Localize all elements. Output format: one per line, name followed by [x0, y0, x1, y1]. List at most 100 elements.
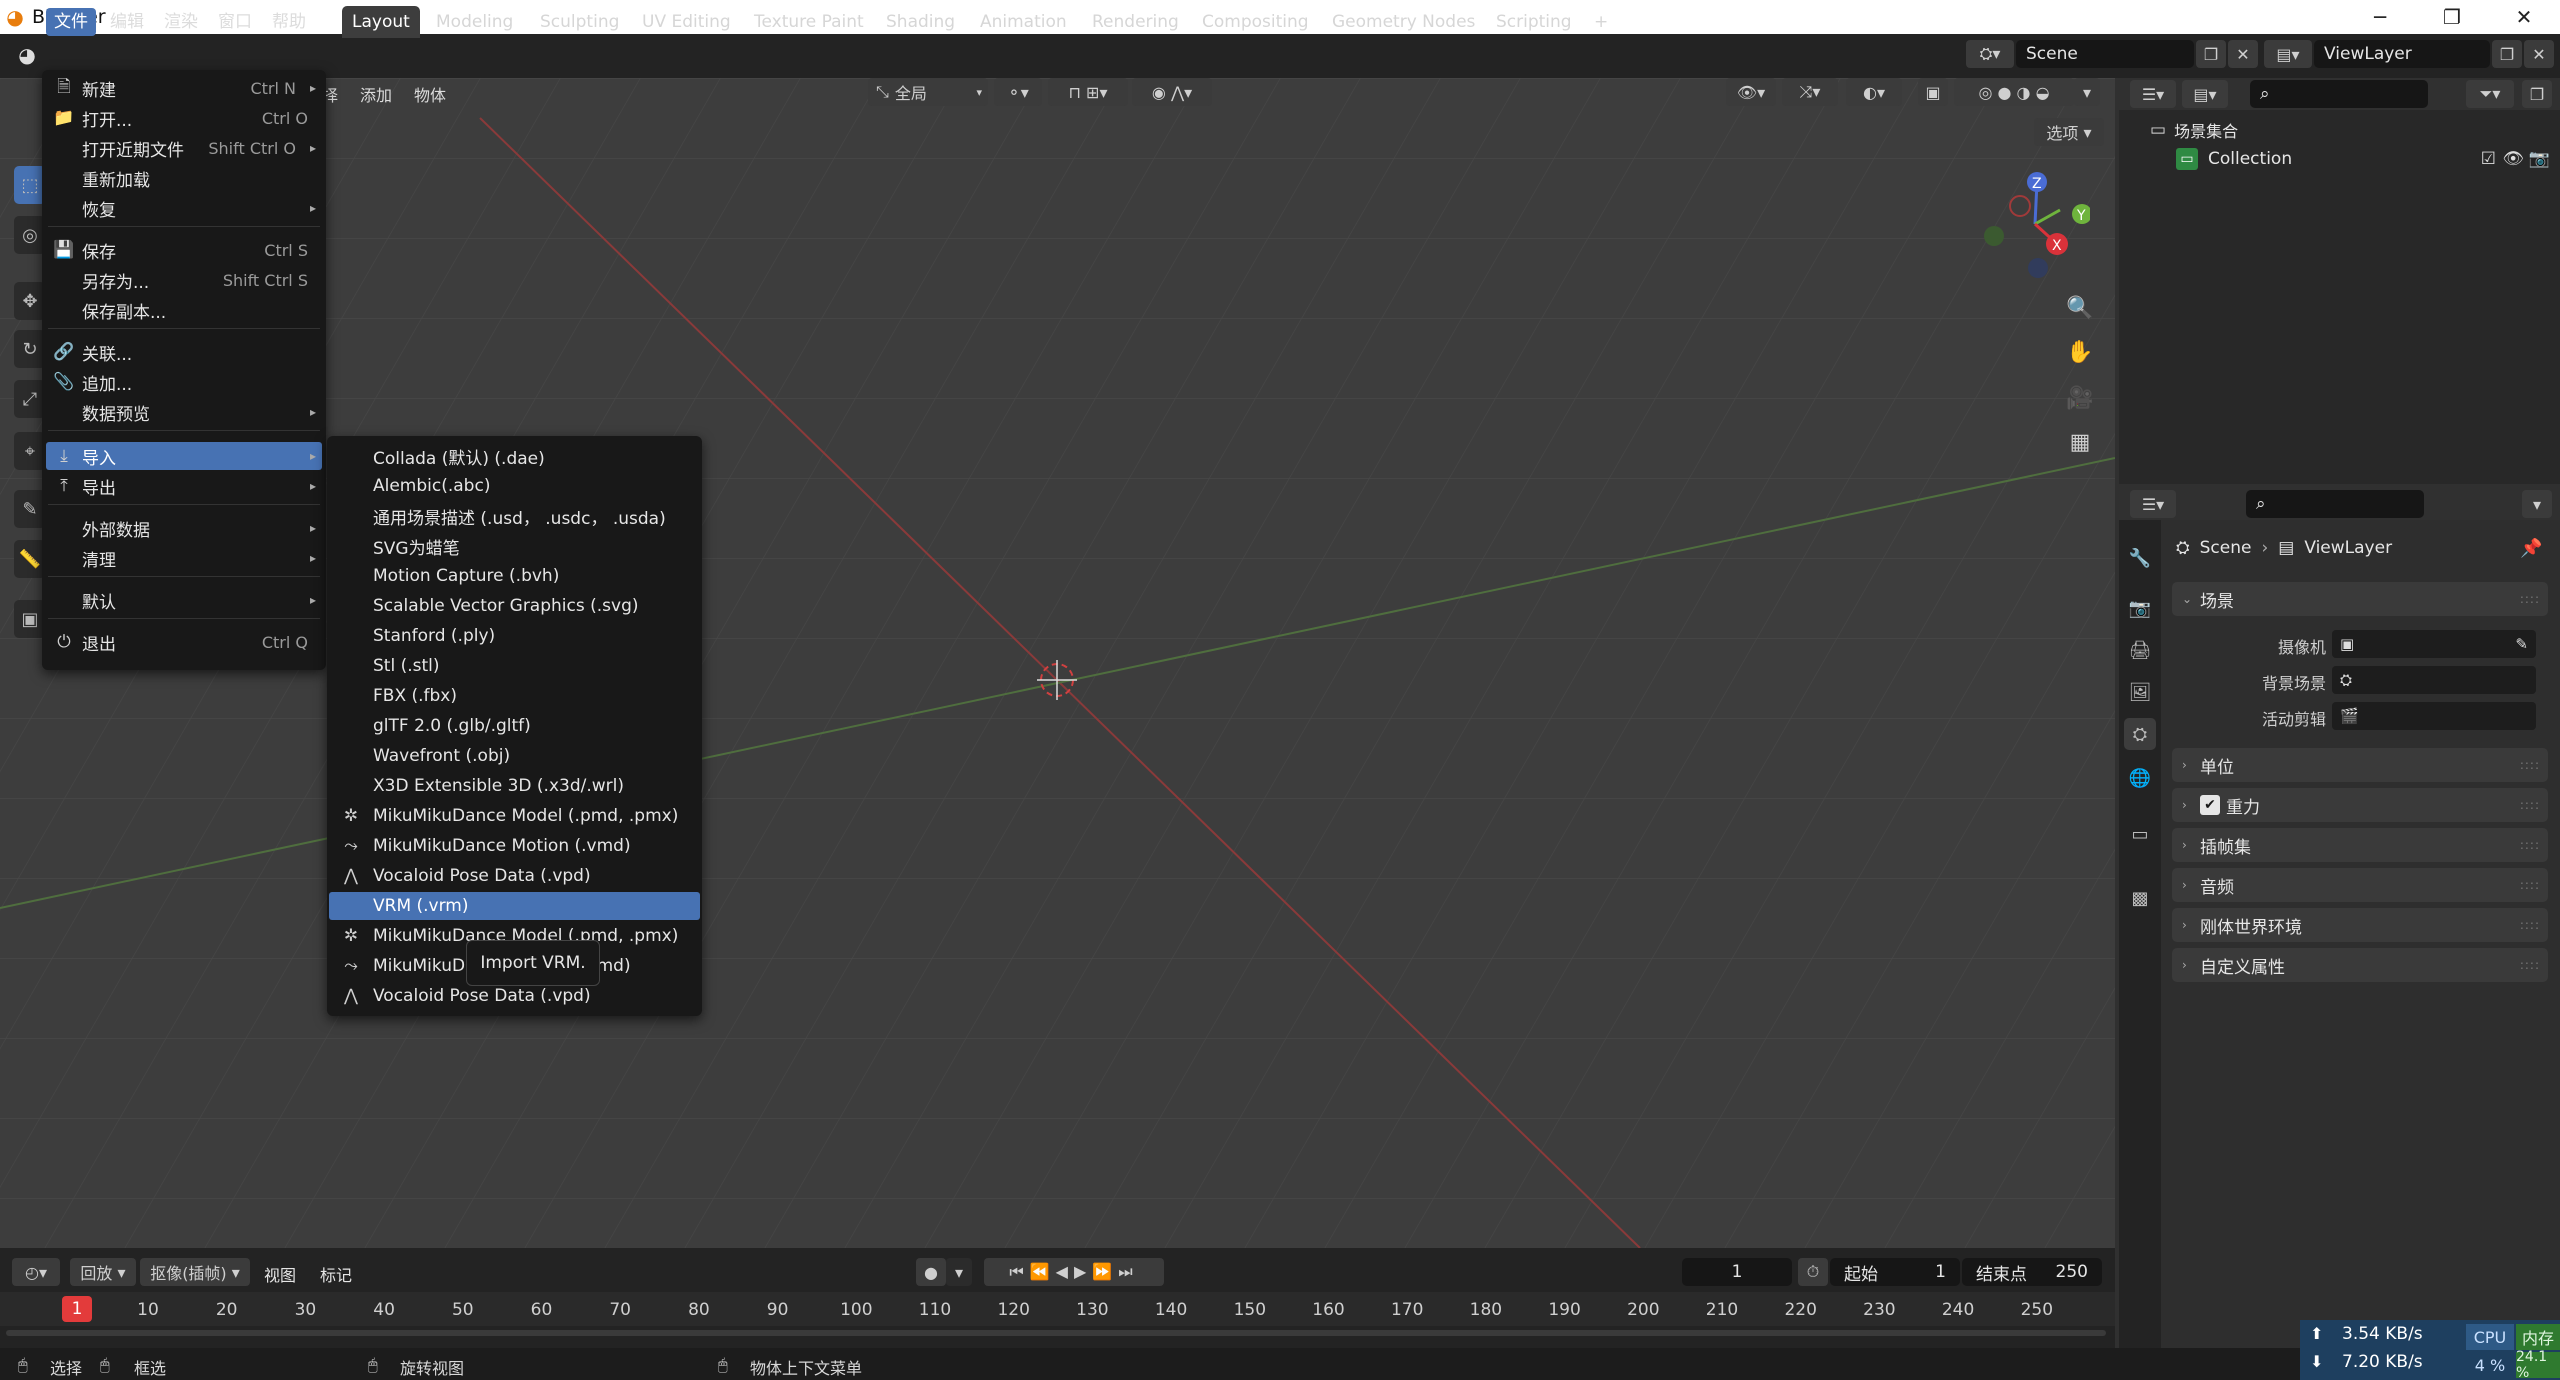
- panel-custom-properties[interactable]: › 自定义属性::::: [2172, 948, 2548, 982]
- file-menu-item[interactable]: ⤒ 导出 ▸: [46, 472, 322, 500]
- pin-icon[interactable]: 📌: [2520, 538, 2542, 559]
- record-options-icon[interactable]: ▾: [946, 1258, 972, 1286]
- import-menu-item[interactable]: SVG为蜡笔: [329, 532, 700, 560]
- file-menu-item[interactable]: ⤓ 导入 ▸: [46, 442, 322, 470]
- stopwatch-icon[interactable]: ⏱: [1798, 1258, 1828, 1286]
- gizmo-toggle-icon[interactable]: ⤨▾: [1782, 78, 1838, 106]
- import-menu-item[interactable]: VRM (.vrm): [329, 892, 700, 920]
- outliner-item-collection[interactable]: ▭ Collection ☑ 👁 📷: [2176, 146, 2556, 172]
- file-menu-item[interactable]: 数据预览 ▸: [46, 398, 322, 426]
- timeline-editor-type-icon[interactable]: ◴▾: [12, 1258, 60, 1286]
- import-menu-item[interactable]: Alembic(.abc): [329, 472, 700, 500]
- grip-icon[interactable]: ::::: [2520, 958, 2540, 972]
- restore-button[interactable]: ❐: [2416, 0, 2488, 34]
- file-menu-item[interactable]: ⏻ 退出 Ctrl Q: [46, 628, 322, 656]
- import-menu-item[interactable]: Stl (.stl): [329, 652, 700, 680]
- file-menu-item[interactable]: 保存副本...: [46, 296, 322, 324]
- editor-type-icon[interactable]: ☰▾: [2130, 490, 2176, 518]
- texture-tab-icon[interactable]: ▩: [2124, 882, 2156, 914]
- output-tab-icon[interactable]: 🖨: [2124, 634, 2156, 666]
- tab-compositing[interactable]: Compositing: [1192, 6, 1319, 38]
- eye-icon[interactable]: 👁: [2502, 149, 2524, 169]
- grip-icon[interactable]: ::::: [2520, 758, 2540, 772]
- shading-options-icon[interactable]: ▾: [2074, 78, 2100, 106]
- current-frame-field[interactable]: 1: [1682, 1258, 1792, 1286]
- transform-orientation-dropdown[interactable]: ⤡ 全局 ▾: [868, 78, 988, 106]
- snap-icon[interactable]: ⊓ ⊞▾: [1048, 78, 1128, 106]
- file-menu-item[interactable]: 清理 ▸: [46, 544, 322, 572]
- menu-edit[interactable]: 编辑: [102, 8, 152, 36]
- timeline-view-menu[interactable]: 视图: [264, 1262, 296, 1286]
- properties-options-icon[interactable]: ▾: [2522, 490, 2552, 518]
- xray-toggle-icon[interactable]: ▣: [1918, 78, 1948, 106]
- grip-icon[interactable]: ::::: [2520, 798, 2540, 812]
- delete-scene-icon[interactable]: ✕: [2228, 40, 2258, 68]
- outliner-filter-icon[interactable]: ⏷▾: [2466, 80, 2514, 108]
- world-tab-icon[interactable]: 🌐: [2124, 762, 2156, 794]
- active-clip-field[interactable]: 🎬: [2332, 702, 2536, 730]
- timeline-scrollbar[interactable]: [6, 1330, 2106, 1336]
- add-workspace-button[interactable]: +: [1584, 6, 1618, 38]
- playback-controls[interactable]: ⏮⏪◀▶⏩⏭: [984, 1258, 1164, 1286]
- frame-end-field[interactable]: 结束点 250: [1962, 1258, 2102, 1286]
- tab-rendering[interactable]: Rendering: [1082, 6, 1189, 38]
- new-viewlayer-icon[interactable]: ❐: [2492, 40, 2522, 68]
- file-menu-item[interactable]: 📎 追加...: [46, 368, 322, 396]
- properties-search-input[interactable]: ⌕: [2246, 490, 2424, 518]
- menu-help[interactable]: 帮助: [264, 8, 314, 36]
- playhead[interactable]: 1: [62, 1296, 92, 1322]
- viewport-menu-object[interactable]: 物体: [414, 82, 446, 106]
- file-menu-item[interactable]: 🗎 新建 Ctrl N ▸: [46, 74, 322, 102]
- import-menu-item[interactable]: Collada (默认) (.dae): [329, 442, 700, 470]
- scene-selector-icon[interactable]: ⛭▾: [1966, 40, 2014, 68]
- outliner-scene-collection[interactable]: ▭ 场景集合: [2150, 118, 2238, 142]
- panel-rigid-body-world[interactable]: › 刚体世界环境::::: [2172, 908, 2548, 942]
- import-menu-item[interactable]: Scalable Vector Graphics (.svg): [329, 592, 700, 620]
- tool-tab-icon[interactable]: 🔧: [2124, 542, 2156, 574]
- scene-field[interactable]: Scene: [2016, 40, 2194, 68]
- minimize-button[interactable]: ─: [2344, 0, 2416, 34]
- panel-gravity[interactable]: › ✔ 重力::::: [2172, 788, 2548, 822]
- grip-icon[interactable]: ::::: [2520, 878, 2540, 892]
- tab-modeling[interactable]: Modeling: [426, 6, 523, 38]
- timeline-marker-menu[interactable]: 标记: [320, 1262, 352, 1286]
- file-menu-item[interactable]: 恢复 ▸: [46, 194, 322, 222]
- import-menu-item[interactable]: 通用场景描述 (.usd， .usdc， .usda): [329, 502, 700, 530]
- file-menu-item[interactable]: 🔗 关联...: [46, 338, 322, 366]
- display-mode-icon[interactable]: ☰▾: [2130, 80, 2176, 108]
- perspective-grid-icon[interactable]: ▦: [2062, 424, 2098, 460]
- file-menu-item[interactable]: 📁 打开... Ctrl O: [46, 104, 322, 132]
- proportional-edit-icon[interactable]: ◉ ⋀▾: [1132, 78, 1212, 106]
- viewlayer-selector-icon[interactable]: ▤▾: [2264, 40, 2312, 68]
- camera-render-icon[interactable]: 📷: [2529, 149, 2550, 169]
- viewlayer-field[interactable]: ViewLayer: [2314, 40, 2490, 68]
- import-menu-item[interactable]: Wavefront (.obj): [329, 742, 700, 770]
- eyedropper-icon[interactable]: ✎: [2515, 635, 2528, 653]
- import-menu-item[interactable]: ⤳ MikuMikuDance Motion (.vmd): [329, 832, 700, 860]
- panel-scene[interactable]: ⌄ 场景 ::::: [2172, 582, 2548, 616]
- import-menu-item[interactable]: ✲ MikuMikuDance Model (.pmd, .pmx): [329, 802, 700, 830]
- panel-audio[interactable]: › 音频::::: [2172, 868, 2548, 902]
- import-menu-item[interactable]: FBX (.fbx): [329, 682, 700, 710]
- outliner-search-input[interactable]: ⌕: [2250, 80, 2428, 108]
- camera-view-icon[interactable]: 🎥: [2062, 380, 2098, 416]
- grip-icon[interactable]: ::::: [2520, 592, 2540, 606]
- new-collection-icon[interactable]: ❐: [2522, 80, 2552, 108]
- options-button[interactable]: 选项 ▾: [2034, 118, 2104, 146]
- grip-icon[interactable]: ::::: [2520, 918, 2540, 932]
- tab-uv-editing[interactable]: UV Editing: [632, 6, 741, 38]
- file-menu-item[interactable]: 外部数据 ▸: [46, 514, 322, 542]
- file-menu-item[interactable]: 重新加载: [46, 164, 322, 192]
- overlay-toggle-icon[interactable]: ◐▾: [1846, 78, 1902, 106]
- close-button[interactable]: ✕: [2488, 0, 2560, 34]
- visibility-icon[interactable]: 👁▾: [1726, 78, 1776, 106]
- keying-dropdown[interactable]: 抠像(插帧) ▾: [140, 1258, 250, 1286]
- tab-texture-paint[interactable]: Texture Paint: [744, 6, 874, 38]
- tab-sculpting[interactable]: Sculpting: [530, 6, 629, 38]
- exclude-checkbox-icon[interactable]: ☑: [2481, 149, 2496, 169]
- background-scene-field[interactable]: ⛭: [2332, 666, 2536, 694]
- file-menu-item[interactable]: 另存为... Shift Ctrl S: [46, 266, 322, 294]
- import-menu-item[interactable]: X3D Extensible 3D (.x3d/.wrl): [329, 772, 700, 800]
- blender-menu-icon[interactable]: ◕: [14, 42, 40, 68]
- tab-layout[interactable]: Layout: [342, 6, 420, 38]
